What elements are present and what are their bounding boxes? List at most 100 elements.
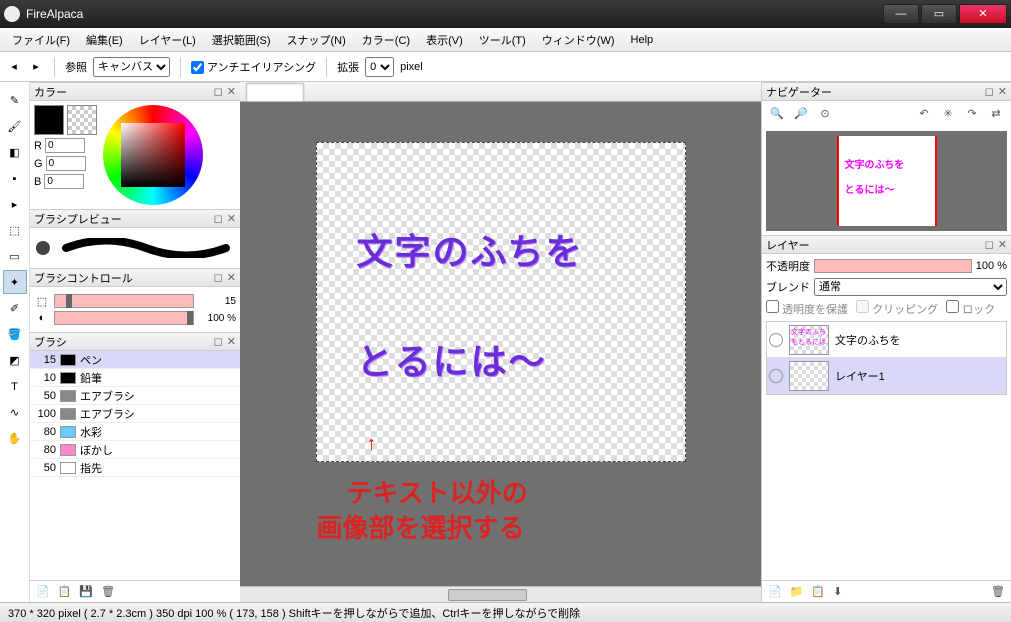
tool-hand[interactable]: ✋ <box>3 426 27 450</box>
maximize-button[interactable]: ▭ <box>921 4 957 24</box>
menu-layer[interactable]: レイヤー(L) <box>131 29 204 51</box>
tool-brush[interactable]: 🖌 <box>3 114 27 138</box>
visibility-toggle[interactable] <box>769 333 783 347</box>
close-icon[interactable]: ✕ <box>998 239 1007 251</box>
flip-icon[interactable]: ⇄ <box>987 107 1005 125</box>
visibility-toggle[interactable] <box>769 369 783 383</box>
dup-brush-button[interactable]: 📋 <box>58 585 72 598</box>
save-brush-button[interactable]: 💾 <box>79 585 93 598</box>
prev-button[interactable]: ◂ <box>6 59 22 75</box>
menu-snap[interactable]: スナップ(N) <box>279 29 354 51</box>
layer-row[interactable]: 文字のふちをとるには文字のふちを <box>767 322 1006 358</box>
tool-eyedrop[interactable]: ✐ <box>3 296 27 320</box>
zoom-in-icon[interactable]: 🔍 <box>768 107 786 125</box>
navigator-preview[interactable]: 文字のふちを とるには〜 <box>766 131 1007 231</box>
tool-lasso[interactable]: ∿ <box>3 400 27 424</box>
close-icon[interactable]: ✕ <box>227 272 236 284</box>
tool-dot[interactable]: ▪ <box>3 166 27 190</box>
menu-tool[interactable]: ツール(T) <box>471 29 534 51</box>
rotate-right-icon[interactable]: ↷ <box>963 107 981 125</box>
color-panel-title: カラー <box>34 84 67 100</box>
new-folder-button[interactable]: 📁 <box>790 585 804 598</box>
del-layer-button[interactable]: 🗑 <box>991 585 1005 598</box>
foreground-swatch[interactable] <box>34 105 64 135</box>
expand-unit: pixel <box>400 61 423 73</box>
brush-row[interactable]: 15ペン <box>30 351 240 369</box>
menu-file[interactable]: ファイル(F) <box>4 29 78 51</box>
close-button[interactable]: ✕ <box>959 4 1007 24</box>
tool-rect-select[interactable]: ▭ <box>3 244 27 268</box>
clipping-checkbox[interactable]: クリッピング <box>856 300 938 317</box>
tool-text[interactable]: T <box>3 374 27 398</box>
rotate-left-icon[interactable]: ↶ <box>915 107 933 125</box>
opacity-slider[interactable] <box>54 311 194 325</box>
h-scrollbar[interactable] <box>240 586 761 602</box>
layer-row[interactable]: レイヤー1 <box>767 358 1006 394</box>
brush-row[interactable]: 80ぼかし <box>30 441 240 459</box>
menu-edit[interactable]: 編集(E) <box>78 29 131 51</box>
options-toolbar: ◂ ▸ 参照 キャンバス アンチエイリアシング 拡張 0 pixel <box>0 52 1011 82</box>
tool-gradient[interactable]: ◩ <box>3 348 27 372</box>
menu-window[interactable]: ウィンドウ(W) <box>534 29 623 51</box>
status-text: 370 * 320 pixel ( 2.7 * 2.3cm ) 350 dpi … <box>8 605 580 621</box>
dock-icon[interactable]: ◻ <box>214 272 223 284</box>
canvas[interactable]: 文字のふちを とるには〜 ↑ テキスト以外の 画像部を選択する <box>316 142 686 462</box>
next-button[interactable]: ▸ <box>28 59 44 75</box>
blend-label: ブレンド <box>766 279 810 295</box>
lock-checkbox[interactable]: ロック <box>946 300 995 317</box>
dock-icon[interactable]: ◻ <box>985 239 994 251</box>
close-icon[interactable]: ✕ <box>998 86 1007 98</box>
tool-eraser[interactable]: ◧ <box>3 140 27 164</box>
minimize-button[interactable]: — <box>883 4 919 24</box>
close-icon[interactable]: ✕ <box>227 86 236 98</box>
brush-row[interactable]: 10鉛筆 <box>30 369 240 387</box>
tool-pen[interactable]: ✎ <box>3 88 27 112</box>
reference-select[interactable]: キャンバス <box>93 57 170 77</box>
zoom-fit-icon[interactable]: ⊙ <box>816 107 834 125</box>
rotate-reset-icon[interactable]: ✳ <box>939 107 957 125</box>
tool-bucket[interactable]: 🪣 <box>3 322 27 346</box>
brush-row[interactable]: 80水彩 <box>30 423 240 441</box>
menu-select[interactable]: 選択範囲(S) <box>204 29 279 51</box>
background-swatch[interactable] <box>67 105 97 135</box>
zoom-out-icon[interactable]: 🔎 <box>792 107 810 125</box>
new-layer-button[interactable]: 📄 <box>768 585 782 598</box>
brush-row[interactable]: 50指先 <box>30 459 240 477</box>
menu-view[interactable]: 表示(V) <box>418 29 471 51</box>
brush-row[interactable]: 100エアブラシ <box>30 405 240 423</box>
brush-row[interactable]: 50エアブラシ <box>30 387 240 405</box>
navigator-title: ナビゲーター <box>766 84 832 100</box>
dock-icon[interactable]: ◻ <box>985 86 994 98</box>
close-icon[interactable]: ✕ <box>227 336 236 348</box>
dup-layer-button[interactable]: 📋 <box>811 585 825 598</box>
expand-select[interactable]: 0 <box>365 57 394 77</box>
layer-opacity-slider[interactable] <box>814 259 972 273</box>
dock-icon[interactable]: ◻ <box>214 213 223 225</box>
color-wheel[interactable] <box>103 105 203 205</box>
protect-alpha-checkbox[interactable]: 透明度を保護 <box>766 300 848 317</box>
layers-title: レイヤー <box>766 237 810 253</box>
blend-select[interactable]: 通常 <box>814 278 1007 296</box>
annotation-arrow: ↑ <box>367 433 377 456</box>
merge-layer-button[interactable]: ⬇ <box>833 585 842 598</box>
annotation-line-1: テキスト以外の <box>347 473 528 510</box>
g-input[interactable] <box>46 156 86 171</box>
add-brush-button[interactable]: 📄 <box>36 585 50 598</box>
size-slider[interactable] <box>54 294 194 308</box>
tool-wand[interactable]: ✦ <box>3 270 27 294</box>
antialias-checkbox[interactable]: アンチエイリアシング <box>191 59 316 75</box>
dock-icon[interactable]: ◻ <box>214 86 223 98</box>
menu-help[interactable]: Help <box>623 31 662 49</box>
title-bar: FireAlpaca — ▭ ✕ <box>0 0 1011 28</box>
tool-move[interactable]: ▸ <box>3 192 27 216</box>
tool-select[interactable]: ⬚ <box>3 218 27 242</box>
document-tab[interactable] <box>246 83 304 101</box>
menu-color[interactable]: カラー(C) <box>354 29 418 51</box>
brush-control-title: ブラシコントロール <box>34 270 133 286</box>
brush-preview-panel: ブラシプレビュー◻✕ <box>30 209 240 268</box>
b-input[interactable] <box>44 174 84 189</box>
close-icon[interactable]: ✕ <box>227 213 236 225</box>
dock-icon[interactable]: ◻ <box>214 336 223 348</box>
del-brush-button[interactable]: 🗑 <box>101 585 115 598</box>
r-input[interactable] <box>45 138 85 153</box>
